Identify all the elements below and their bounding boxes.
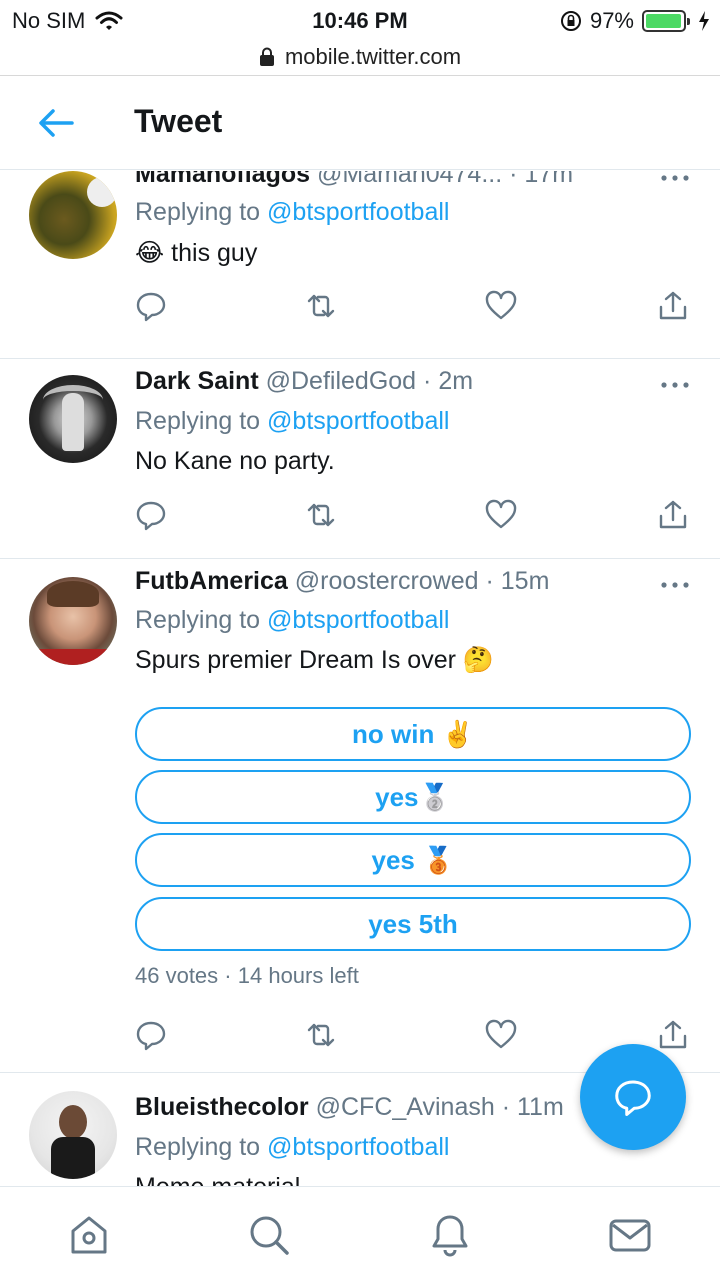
more-options-icon[interactable] (660, 575, 690, 595)
lock-icon (259, 47, 274, 66)
reply-icon[interactable] (135, 1019, 167, 1051)
avatar[interactable] (29, 375, 117, 463)
replying-to-label: Replying to (135, 407, 268, 435)
replying-to-line: Replying to @btsportfootball (135, 198, 449, 227)
tweet-actions (135, 1019, 695, 1051)
tweet-author-name[interactable]: Dark Saint (135, 367, 259, 395)
replying-to-label: Replying to (135, 1133, 268, 1161)
replying-to-line: Replying to @btsportfootball (135, 407, 449, 436)
separator-dot: · (509, 171, 518, 188)
tweet-author-handle[interactable]: @DefiledGod (266, 367, 416, 395)
like-icon[interactable] (485, 1019, 517, 1051)
browser-url-bar[interactable]: mobile.twitter.com (0, 38, 720, 76)
replying-to-label: Replying to (135, 198, 268, 226)
separator-dot: · (224, 963, 238, 988)
poll-meta: 46 votes · 14 hours left (135, 963, 359, 989)
tweet-body: Spurs premier Dream Is over (135, 646, 463, 674)
status-bar: No SIM 10:46 PM 97% (0, 0, 720, 38)
like-icon[interactable] (485, 499, 517, 531)
home-icon[interactable] (67, 1213, 111, 1257)
mention-link[interactable]: @btsportfootball (267, 407, 449, 435)
share-icon[interactable] (657, 1019, 689, 1051)
tweet-text: 😂 this guy (135, 238, 257, 268)
tweet-timestamp[interactable]: 2m (438, 367, 473, 395)
emoji: 🥈 (418, 781, 451, 812)
mention-link[interactable]: @btsportfootball (267, 1133, 449, 1161)
tweet-body: this guy (164, 239, 258, 267)
search-icon[interactable] (247, 1213, 291, 1257)
battery-percent: 97% (589, 8, 634, 33)
battery-icon (642, 10, 690, 32)
like-icon[interactable] (485, 290, 517, 322)
replying-to-line: Replying to @btsportfootball (135, 606, 449, 635)
tweet-actions (135, 499, 695, 531)
retweet-icon[interactable] (305, 290, 337, 322)
tweet-timestamp[interactable]: 15m (501, 567, 550, 595)
compose-reply-button[interactable] (580, 1044, 686, 1150)
poll-vote-count: 46 votes (135, 963, 219, 988)
tweet-timestamp[interactable]: 17m (524, 171, 573, 188)
tweet-author-handle[interactable]: @Mamah0474... (317, 171, 502, 188)
emoji: 🥉 (422, 844, 455, 875)
mention-link[interactable]: @btsportfootball (267, 198, 449, 226)
poll-option[interactable]: no win ✌️ (135, 707, 691, 761)
url-text: mobile.twitter.com (284, 43, 462, 69)
replying-to-label: Replying to (135, 606, 268, 634)
more-options-icon[interactable] (660, 375, 690, 395)
separator-dot: · (485, 567, 494, 595)
tweet-text: Spurs premier Dream Is over 🤔 (135, 646, 494, 675)
tweet[interactable]: FutbAmerica @roostercrowed · 15m Replyin… (0, 559, 720, 1073)
messages-icon[interactable] (608, 1213, 652, 1257)
emoji: ✌️ (441, 718, 474, 749)
share-icon[interactable] (657, 499, 689, 531)
more-options-icon[interactable] (660, 171, 690, 188)
tweet-actions (135, 290, 695, 322)
retweet-icon[interactable] (305, 1019, 337, 1051)
tweet-body: No Kane no party. (135, 447, 335, 475)
poll-option[interactable]: yes 🥈 (135, 770, 691, 824)
bottom-navigation (0, 1186, 720, 1280)
orientation-lock-icon (560, 11, 581, 31)
emoji: 🤔 (462, 646, 495, 674)
back-arrow-icon[interactable] (36, 105, 76, 141)
poll-option[interactable]: yes 5th (135, 897, 691, 951)
separator-dot: · (423, 367, 432, 395)
tweet-author-handle[interactable]: @CFC_Avinash (316, 1093, 495, 1121)
avatar[interactable] (29, 577, 117, 665)
reply-feed[interactable]: Mamahoflagos @Mamah0474... · 17m Replyin… (0, 171, 720, 1186)
charging-icon (699, 11, 709, 31)
poll-option-label: yes (375, 781, 419, 812)
tweet[interactable]: Mamahoflagos @Mamah0474... · 17m Replyin… (0, 171, 720, 359)
page-title: Tweet (134, 103, 223, 139)
poll-time-left: 14 hours left (237, 963, 359, 988)
reply-icon (615, 1080, 651, 1116)
tweet-body: Meme material (135, 1173, 300, 1186)
mention-link[interactable]: @btsportfootball (267, 606, 449, 634)
reply-icon[interactable] (135, 499, 167, 531)
tweet[interactable]: Dark Saint @DefiledGod · 2m Replying to … (0, 359, 720, 559)
share-icon[interactable] (657, 290, 689, 322)
tweet-timestamp[interactable]: 11m (517, 1093, 564, 1121)
page-header: Tweet (0, 77, 720, 170)
tweet-author-name[interactable]: Mamahoflagos (135, 171, 310, 188)
emoji: 😂 (135, 239, 165, 267)
tweet-author-handle[interactable]: @roostercrowed (295, 567, 479, 595)
poll-option-label: yes (371, 844, 423, 875)
retweet-icon[interactable] (305, 499, 337, 531)
tweet-author-name[interactable]: Blueisthecolor (135, 1093, 309, 1121)
replying-to-line: Replying to @btsportfootball (135, 1133, 449, 1162)
notifications-icon[interactable] (428, 1213, 472, 1257)
separator-dot: · (501, 1093, 511, 1121)
battery-level (646, 14, 681, 28)
reply-icon[interactable] (135, 290, 167, 322)
poll-option-label: yes 5th (368, 908, 458, 939)
tweet-author-name[interactable]: FutbAmerica (135, 567, 288, 595)
poll-option[interactable]: yes 🥉 (135, 833, 691, 887)
poll-option-label: no win (352, 718, 442, 749)
avatar[interactable] (29, 1091, 117, 1179)
avatar[interactable] (29, 171, 117, 259)
